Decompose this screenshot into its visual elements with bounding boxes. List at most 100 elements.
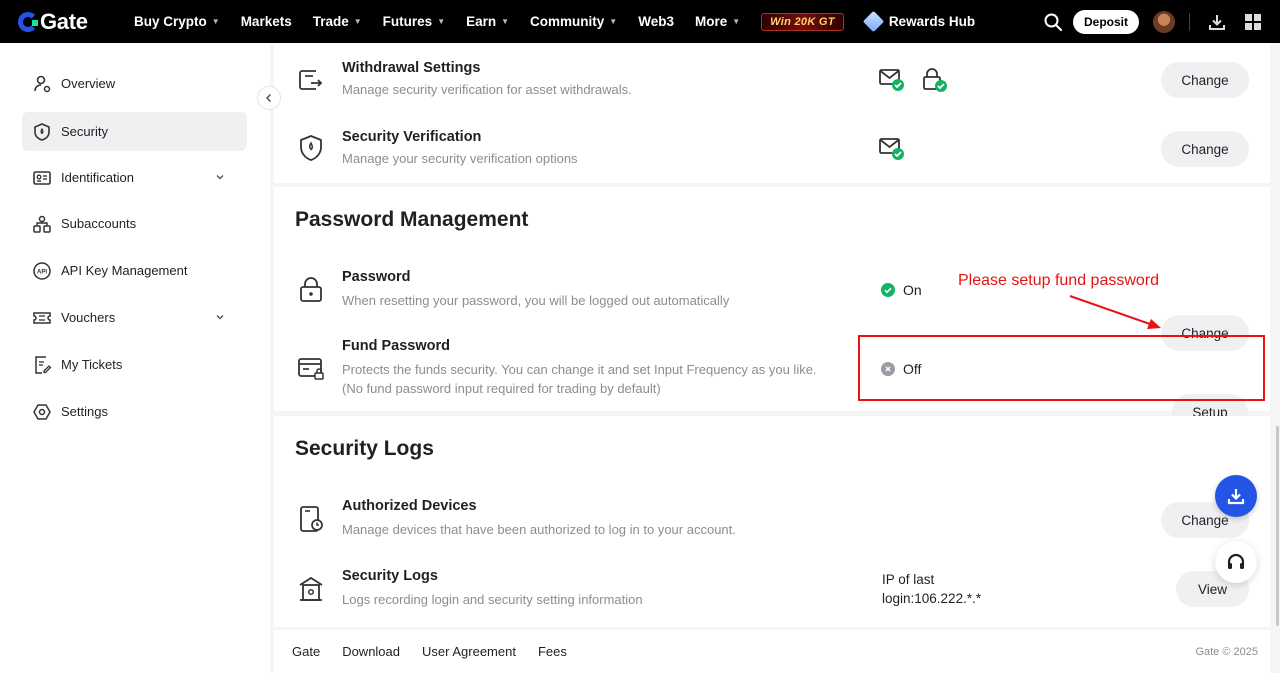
footer-link-gate[interactable]: Gate <box>292 644 320 659</box>
copyright: Gate © 2025 <box>1195 645 1258 658</box>
nav-label: More <box>694 14 728 29</box>
section-title: Password Management <box>295 208 529 231</box>
status-text: Off <box>903 361 922 377</box>
nav-label: Web3 <box>638 14 674 29</box>
floating-support-button[interactable] <box>1215 541 1257 583</box>
sidebar-item-label: Overview <box>61 76 116 91</box>
row-description: Manage security verification for asset w… <box>342 82 632 97</box>
nav-web3[interactable]: Web3 <box>638 14 674 29</box>
chevron-down-icon <box>216 175 224 180</box>
sidebar-item-identification[interactable]: Identification <box>22 158 247 197</box>
verification-change-button[interactable]: Change <box>1161 131 1249 167</box>
sidebar-item-label: Identification <box>61 170 134 185</box>
scrollbar-thumb[interactable] <box>1276 426 1279 626</box>
rewards-hub-link[interactable]: Rewards Hub <box>862 10 976 33</box>
security-settings-card: Withdrawal Settings Manage security veri… <box>274 43 1270 183</box>
sidebar-item-api-key[interactable]: API API Key Management <box>22 251 247 290</box>
settings-icon <box>33 403 51 420</box>
password-management-card: Password Management Password When resett… <box>274 187 1270 430</box>
download-icon <box>1227 489 1245 505</box>
api-icon: API <box>33 261 51 280</box>
fund-password-icon <box>298 358 324 380</box>
logo-text: Gate <box>40 8 88 34</box>
nav-trade[interactable]: Trade ▼ <box>313 14 362 29</box>
sidebar-item-label: API Key Management <box>61 263 188 278</box>
email-verified-icon <box>879 138 904 160</box>
sidebar-item-security[interactable]: Security <box>22 112 247 151</box>
row-title: Security Verification <box>342 129 482 145</box>
id-card-icon <box>33 170 51 185</box>
footer-link-user-agreement[interactable]: User Agreement <box>422 644 516 659</box>
sidebar-item-my-tickets[interactable]: My Tickets <box>22 345 247 384</box>
row-title: Fund Password <box>342 338 450 354</box>
password-status: On <box>881 282 922 298</box>
sidebar-item-label: Security <box>61 124 108 139</box>
avatar[interactable] <box>1153 10 1175 33</box>
fund-password-status: Off <box>881 361 921 377</box>
password-change-button[interactable]: Change <box>1161 315 1249 351</box>
promo-banner[interactable]: Win 20K GT <box>761 12 844 31</box>
sidebar-item-overview[interactable]: Overview <box>22 64 247 103</box>
nav-label: Trade <box>312 14 349 29</box>
row-description: Protects the funds security. You can cha… <box>342 362 817 396</box>
sidebar-item-label: Vouchers <box>61 310 116 325</box>
withdrawal-icon <box>299 70 323 90</box>
gate-logo-mark <box>18 11 38 32</box>
log-building-icon <box>299 576 323 601</box>
security-logs-card: Security Logs Authorized Devices Manage … <box>274 416 1270 627</box>
nav-markets[interactable]: Markets <box>241 14 292 29</box>
withdrawal-change-button[interactable]: Change <box>1161 62 1249 98</box>
nav-buy-crypto[interactable]: Buy Crypto ▼ <box>134 14 220 29</box>
top-right-actions: Deposit <box>1043 0 1280 43</box>
chevron-left-icon <box>265 93 272 103</box>
row-description: Manage your security verification option… <box>342 151 578 166</box>
deposit-button[interactable]: Deposit <box>1072 9 1139 34</box>
sidebar: Overview Security Identification Subacco… <box>0 43 270 673</box>
sidebar-collapse-button[interactable] <box>257 86 281 110</box>
nav-label: Community <box>530 14 605 29</box>
chevron-down-icon: ▼ <box>353 17 362 26</box>
sidebar-item-vouchers[interactable]: Vouchers <box>22 298 247 337</box>
footer: Gate Download User Agreement Fees Gate ©… <box>274 630 1270 673</box>
floating-download-button[interactable] <box>1215 475 1257 517</box>
rewards-cube-icon <box>862 10 884 33</box>
nav-futures[interactable]: Futures ▼ <box>383 14 445 29</box>
row-title: Authorized Devices <box>342 498 477 514</box>
download-icon[interactable] <box>1208 13 1226 31</box>
x-circle-icon <box>881 362 895 376</box>
shield-icon <box>34 122 50 141</box>
rewards-label: Rewards Hub <box>888 14 976 29</box>
chevron-down-icon: ▼ <box>437 17 446 26</box>
row-description: Manage devices that have been authorized… <box>342 522 736 537</box>
device-icon <box>300 506 323 532</box>
row-description: Logs recording login and security settin… <box>342 592 643 607</box>
chevron-down-icon <box>216 315 224 320</box>
chevron-down-icon: ▼ <box>211 17 220 26</box>
row-title: Security Logs <box>342 568 438 584</box>
search-icon[interactable] <box>1043 12 1063 32</box>
apps-grid-icon[interactable] <box>1244 13 1262 31</box>
top-navigation: Gate Buy Crypto ▼ Markets Trade ▼ Futures ▼… <box>0 0 1280 43</box>
sidebar-item-settings[interactable]: Settings <box>22 392 247 431</box>
section-title: Security Logs <box>295 437 434 460</box>
email-verified-icon <box>879 69 904 91</box>
gate-logo[interactable]: Gate <box>18 9 114 35</box>
nav-label: Buy Crypto <box>134 14 207 29</box>
nav-more[interactable]: More ▼ <box>695 14 740 29</box>
nav-community[interactable]: Community ▼ <box>530 14 617 29</box>
footer-link-fees[interactable]: Fees <box>538 644 567 659</box>
sidebar-item-label: Settings <box>61 404 108 419</box>
sidebar-item-subaccounts[interactable]: Subaccounts <box>22 204 247 243</box>
nav-label: Markets <box>240 14 292 29</box>
nav-label: Futures <box>382 14 433 29</box>
chevron-down-icon: ▼ <box>609 17 618 26</box>
main-menu: Buy Crypto ▼ Markets Trade ▼ Futures ▼ Earn… <box>134 10 976 33</box>
shield-icon <box>300 135 322 161</box>
lock-icon <box>300 277 322 302</box>
footer-link-download[interactable]: Download <box>342 644 400 659</box>
lock-verified-icon <box>923 68 947 92</box>
last-login-ip: IP of last login:106.222.*.* <box>882 572 982 606</box>
sidebar-item-label: My Tickets <box>61 357 123 372</box>
divider <box>1189 12 1190 31</box>
nav-earn[interactable]: Earn ▼ <box>466 14 509 29</box>
